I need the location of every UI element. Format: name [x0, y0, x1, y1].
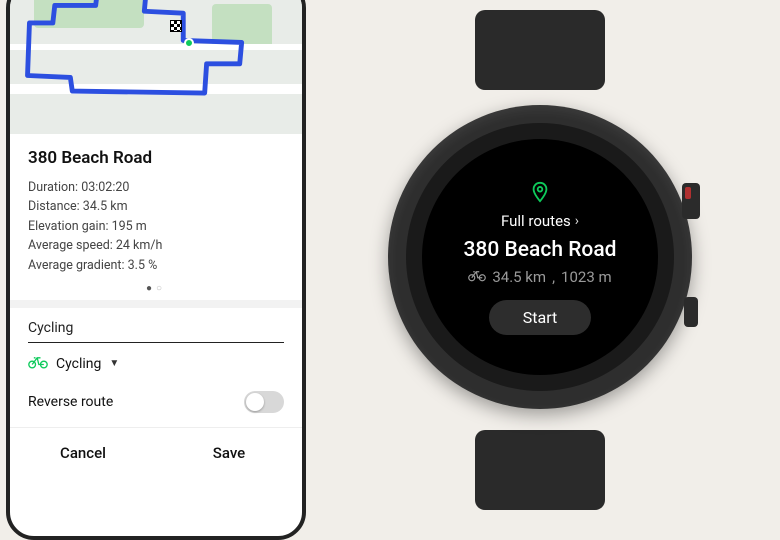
route-polyline [10, 0, 302, 130]
watch-device: Full routes › 380 Beach Road 34.5 km, 10… [360, 20, 720, 500]
start-point-icon [184, 38, 194, 48]
watch-case: Full routes › 380 Beach Road 34.5 km, 10… [388, 105, 692, 409]
location-pin-icon [529, 180, 551, 210]
watch-screen: Full routes › 380 Beach Road 34.5 km, 10… [422, 139, 658, 375]
watch-route-stats: 34.5 km, 1023 m [468, 268, 611, 286]
watch-top-button[interactable] [682, 183, 700, 219]
start-button[interactable]: Start [489, 300, 591, 335]
watch-bottom-button[interactable] [684, 297, 698, 327]
stat-speed: Average speed: 24 km/h [28, 236, 284, 255]
activity-section: Cycling Cycling ▼ [10, 308, 302, 377]
cancel-button[interactable]: Cancel [10, 428, 156, 478]
full-routes-link[interactable]: Full routes › [501, 212, 579, 230]
stat-gradient: Average gradient: 3.5 % [28, 256, 284, 275]
chevron-right-icon: › [575, 213, 579, 229]
page-indicator: ●○ [28, 275, 284, 296]
reverse-route-toggle[interactable] [244, 391, 284, 413]
save-button[interactable]: Save [156, 428, 302, 478]
stat-distance: Distance: 34.5 km [28, 197, 284, 216]
stat-duration: Duration: 03:02:20 [28, 178, 284, 197]
bike-icon [468, 268, 486, 286]
reverse-route-label: Reverse route [28, 394, 113, 410]
activity-select[interactable]: Cycling ▼ [28, 355, 284, 373]
route-info-panel: 380 Beach Road Duration: 03:02:20 Distan… [10, 134, 302, 300]
watch-route-title: 380 Beach Road [464, 238, 617, 262]
activity-section-header: Cycling [28, 320, 284, 343]
phone-frame: 380 Beach Road Duration: 03:02:20 Distan… [6, 0, 306, 540]
route-map[interactable] [10, 0, 302, 134]
watch-band-top [475, 10, 605, 90]
reverse-route-row: Reverse route [10, 377, 302, 427]
action-bar: Cancel Save [10, 427, 302, 478]
full-routes-label: Full routes [501, 212, 571, 230]
route-title: 380 Beach Road [28, 148, 284, 168]
watch-band-bottom [475, 430, 605, 510]
finish-flag-icon [170, 20, 182, 32]
stat-elevation: Elevation gain: 195 m [28, 217, 284, 236]
bike-icon [28, 355, 48, 373]
chevron-down-icon: ▼ [109, 358, 119, 369]
section-divider [10, 300, 302, 308]
activity-selected-label: Cycling [56, 356, 101, 372]
